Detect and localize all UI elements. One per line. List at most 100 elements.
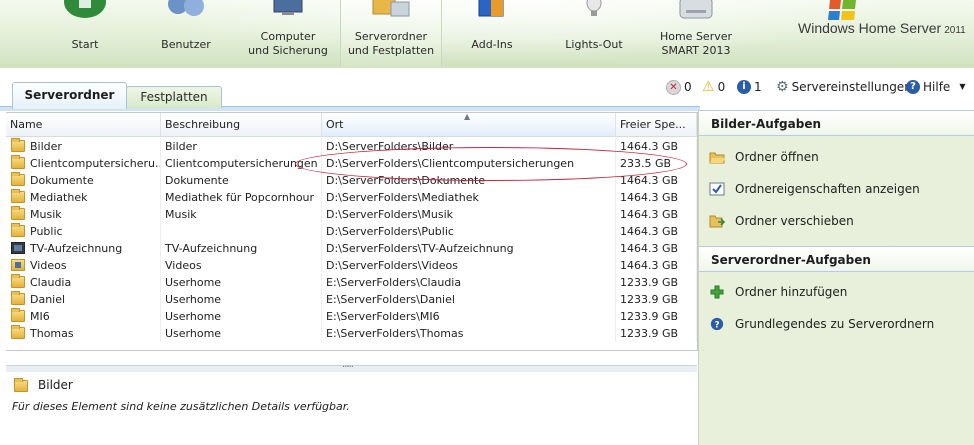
horizontal-scrollbar[interactable]: ◀ ||| ▶ — [6, 350, 697, 351]
cell-freier-speicher: 1233.9 GB — [616, 325, 697, 342]
task-label: Grundlegendes zu Serverordnern — [735, 317, 935, 331]
table-row[interactable]: Clientcomputersicheru... Clientcomputersi… — [6, 155, 697, 172]
cell-ort-text: D:\ServerFolders\Videos — [326, 259, 458, 272]
table-row[interactable]: Mediathek Mediathek für Popcornhour D:\Ser… — [6, 189, 697, 206]
folder-icon — [11, 325, 25, 339]
cell-freier-speicher: 233.5 GB — [616, 155, 697, 172]
cell-name-text: Dokumente — [30, 174, 94, 187]
column-header-name[interactable]: Name — [6, 113, 161, 136]
cell-ort-text: D:\ServerFolders\Musik — [326, 208, 454, 221]
cell-freier-speicher-text: 1464.3 GB — [620, 140, 679, 153]
cell-name-text: TV-Aufzeichnung — [30, 242, 123, 255]
nav-label: Start — [71, 38, 99, 51]
add-ins-cube-icon — [478, 0, 504, 17]
move-folder-icon — [709, 215, 725, 228]
top-navigation-bar: Start Benutzer Computer und Sicherung Se… — [0, 0, 974, 68]
cell-beschreibung-text: Bilder — [165, 140, 197, 153]
cell-name-text: Clientcomputersicheru... — [30, 157, 161, 170]
table-row[interactable]: Thomas Userhome E:\ServerFolders\Thomas 123… — [6, 325, 697, 342]
cell-freier-speicher: 1464.3 GB — [616, 172, 697, 189]
cell-ort: D:\ServerFolders\Bilder — [322, 138, 616, 155]
nav-label: Benutzer — [161, 38, 211, 51]
section-title-serverordner-aufgaben: Serverordner-Aufgaben — [699, 246, 974, 272]
windows-logo-icon — [828, 0, 856, 20]
nav-label: Add-Ins — [471, 38, 513, 51]
nav-label-line2: SMART 2013 — [661, 44, 731, 57]
cell-beschreibung — [161, 223, 322, 240]
cell-name-text: Bilder — [30, 140, 62, 153]
table-row[interactable]: Bilder Bilder D:\ServerFolders\Bilder 1464.… — [6, 138, 697, 155]
nav-lights-out[interactable]: Lights-Out — [556, 0, 632, 68]
cell-name: Videos — [6, 257, 161, 274]
nav-start[interactable]: Start — [44, 0, 126, 68]
cell-ort: D:\ServerFolders\Public — [322, 223, 616, 240]
table-row[interactable]: Public D:\ServerFolders\Public 1464.3 GB — [6, 223, 697, 240]
error-count[interactable]: ✕ 0 — [666, 78, 692, 96]
cell-freier-speicher-text: 1464.3 GB — [620, 259, 679, 272]
help-menu-button[interactable]: ? Hilfe ▼ — [906, 78, 965, 96]
cell-name: Clientcomputersicheru... — [6, 155, 161, 172]
help-label: Hilfe — [923, 80, 951, 94]
info-icon: i — [737, 80, 751, 94]
folder-icon — [11, 291, 25, 305]
table-row[interactable]: MI6 Userhome E:\ServerFolders\MI6 1233.9 GB — [6, 308, 697, 325]
cell-freier-speicher: 1464.3 GB — [616, 240, 697, 257]
folder-icon — [11, 189, 25, 203]
table-row[interactable]: Dokumente Dokumente D:\ServerFolders\Dokum… — [6, 172, 697, 189]
table-row[interactable]: Videos Videos D:\ServerFolders\Videos 1464.… — [6, 257, 697, 274]
cell-beschreibung: Videos — [161, 257, 322, 274]
warning-count-value: 0 — [717, 80, 726, 94]
cell-name-text: MI6 — [30, 310, 50, 323]
details-message: Für dieses Element sind keine zusätzlich… — [12, 400, 350, 413]
lightbulb-icon — [586, 0, 602, 16]
table-row[interactable]: TV-Aufzeichnung TV-Aufzeichnung D:\ServerF… — [6, 240, 697, 257]
cell-name-text: Daniel — [30, 293, 66, 306]
folder-icon — [11, 308, 25, 322]
info-count[interactable]: i 1 — [737, 78, 762, 96]
warning-count[interactable]: ⚠ 0 — [702, 78, 725, 96]
cell-ort: D:\ServerFolders\Musik — [322, 206, 616, 223]
cell-freier-speicher-text: 1233.9 GB — [620, 276, 679, 289]
cell-ort-text: D:\ServerFolders\Mediathek — [326, 191, 479, 204]
cell-name: TV-Aufzeichnung — [6, 240, 161, 257]
nav-label: Serverordner — [354, 30, 428, 43]
column-header-beschreibung[interactable]: Beschreibung — [161, 113, 322, 136]
cell-name-text: Mediathek — [30, 191, 88, 204]
column-header-freier-speicher[interactable]: Freier Spe... — [616, 113, 697, 136]
nav-serverordner[interactable]: Serverordner und Festplatten — [340, 0, 442, 68]
table-header: Name Beschreibung Ort Freier Spe... ▲ — [6, 113, 697, 137]
table-row[interactable]: Daniel Userhome E:\ServerFolders\Daniel 123… — [6, 291, 697, 308]
cell-beschreibung: Userhome — [161, 291, 322, 308]
cell-name: MI6 — [6, 308, 161, 325]
cell-freier-speicher: 1464.3 GB — [616, 257, 697, 274]
nav-add-ins[interactable]: Add-Ins — [452, 0, 532, 68]
cell-freier-speicher-text: 1464.3 GB — [620, 208, 679, 221]
nav-home-server-smart[interactable]: Home Server SMART 2013 — [652, 0, 740, 68]
cell-freier-speicher-text: 1464.3 GB — [620, 191, 679, 204]
server-folder-icon — [372, 0, 410, 17]
cell-ort: E:\ServerFolders\MI6 — [322, 308, 616, 325]
cell-freier-speicher-text: 1233.9 GB — [620, 327, 679, 340]
cell-name: Dokumente — [6, 172, 161, 189]
nav-label: Lights-Out — [565, 38, 623, 51]
cell-ort: D:\ServerFolders\Mediathek — [322, 189, 616, 206]
cell-beschreibung: Userhome — [161, 274, 322, 291]
nav-computer-und-sicherung[interactable]: Computer und Sicherung — [246, 0, 330, 68]
cell-ort: E:\ServerFolders\Thomas — [322, 325, 616, 342]
tab-festplatten[interactable]: Festplatten — [126, 86, 222, 108]
video-folder-icon — [11, 259, 25, 271]
table-row[interactable]: Musik Musik D:\ServerFolders\Musik 1464.3 G… — [6, 206, 697, 223]
cell-freier-speicher: 1233.9 GB — [616, 274, 697, 291]
info-count-value: 1 — [754, 80, 762, 94]
cell-freier-speicher-text: 1233.9 GB — [620, 293, 679, 306]
server-settings-button[interactable]: ⚙ Servereinstellungen — [776, 78, 912, 96]
tab-serverordner[interactable]: Serverordner — [12, 82, 127, 109]
cell-beschreibung-text: Userhome — [165, 276, 222, 289]
cell-name-text: Videos — [30, 259, 67, 272]
nav-benutzer[interactable]: Benutzer — [146, 0, 226, 68]
table-row[interactable]: Claudia Userhome E:\ServerFolders\Claudia 1… — [6, 274, 697, 291]
add-icon — [710, 285, 724, 299]
cell-beschreibung-text: Userhome — [165, 327, 222, 340]
folder-icon — [11, 274, 25, 288]
sort-ascending-icon: ▲ — [464, 112, 471, 121]
